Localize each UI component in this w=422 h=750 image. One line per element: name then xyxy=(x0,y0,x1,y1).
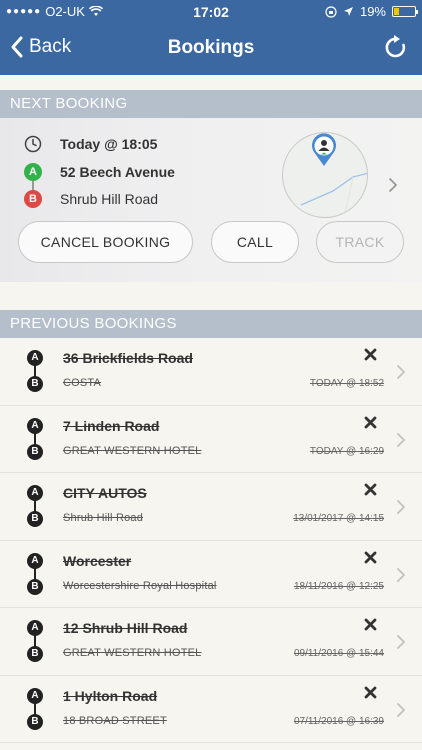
chevron-right-icon xyxy=(397,702,405,717)
booking-map[interactable] xyxy=(282,132,368,218)
dropoff-marker: B xyxy=(27,646,43,662)
booking-date: TODAY @ 16:29 xyxy=(309,445,384,457)
previous-bookings-list: A B 36 Brickfields Road COSTA TODAY @ 18… xyxy=(0,338,422,743)
previous-booking-row[interactable]: A B 36 Brickfields Road COSTA TODAY @ 18… xyxy=(0,338,422,406)
previous-booking-row[interactable]: A B 1 Hylton Road 18 BROAD STREET 07/11/… xyxy=(0,675,422,743)
orientation-lock-icon xyxy=(325,5,337,18)
dropoff-marker: B xyxy=(27,443,43,460)
location-arrow-icon xyxy=(343,7,353,16)
next-booking-dropoff-row: B Shrub Hill Road xyxy=(24,190,158,208)
top-bar: ●●●●● O2-UK 17:02 19% Back Bookings xyxy=(0,0,422,75)
status-bar: ●●●●● O2-UK 17:02 19% xyxy=(0,0,422,24)
booking-from: CITY AUTOS xyxy=(63,485,147,501)
chevron-right-icon xyxy=(397,635,405,649)
dropoff-marker: B xyxy=(27,376,43,392)
previous-bookings-header: PREVIOUS BOOKINGS xyxy=(0,310,422,338)
booking-to: COSTA xyxy=(63,377,102,389)
nav-bar: Back Bookings xyxy=(0,24,422,75)
pickup-marker: A xyxy=(27,417,43,434)
chevron-right-icon[interactable] xyxy=(388,177,398,193)
next-booking-dropoff: Shrub Hill Road xyxy=(60,191,159,207)
booking-date: 13/01/2017 @ 14:15 xyxy=(293,513,384,524)
cancel-booking-button[interactable]: CANCEL BOOKING xyxy=(18,221,193,263)
pickup-marker: A xyxy=(24,163,42,181)
booking-from: Worcester xyxy=(63,552,132,569)
call-button[interactable]: CALL xyxy=(211,221,299,263)
booking-to: Worcestershire Royal Hospital xyxy=(63,579,217,592)
booking-date: 07/11/2016 @ 16:39 xyxy=(293,715,384,727)
pickup-marker: A xyxy=(27,485,43,501)
x-icon xyxy=(364,551,377,563)
dropoff-marker: B xyxy=(27,713,43,730)
next-booking-pickup: 52 Beech Avenue xyxy=(60,164,175,180)
previous-booking-row[interactable]: A B CITY AUTOS Shrub Hill Road 13/01/201… xyxy=(0,473,422,541)
booking-date: TODAY @ 18:52 xyxy=(309,378,384,389)
route-line xyxy=(34,567,36,580)
previous-booking-row[interactable]: A B 12 Shrub Hill Road GREAT WESTERN HOT… xyxy=(0,608,422,676)
booking-to: Shrub Hill Road xyxy=(63,512,144,524)
dropoff-marker: B xyxy=(27,511,43,527)
chevron-right-icon xyxy=(397,567,405,582)
page-title: Bookings xyxy=(167,37,255,58)
battery-icon xyxy=(392,6,418,17)
pickup-marker: A xyxy=(27,552,43,569)
x-icon xyxy=(364,686,377,698)
chevron-right-icon xyxy=(397,500,405,514)
track-button[interactable]: TRACK xyxy=(316,221,404,263)
booking-from: 1 Hylton Road xyxy=(63,687,158,704)
x-icon xyxy=(364,618,377,631)
booking-to: GREAT WESTERN HOTEL xyxy=(63,647,202,659)
battery-percent: 19% xyxy=(359,4,386,19)
booking-to: 18 BROAD STREET xyxy=(63,714,167,727)
driver-pin-icon xyxy=(312,133,336,166)
booking-from: 12 Shrub Hill Road xyxy=(63,620,188,636)
chevron-right-icon xyxy=(397,432,405,447)
booking-date: 09/11/2016 @ 15:44 xyxy=(293,648,384,659)
x-icon xyxy=(364,348,377,361)
refresh-icon xyxy=(385,35,406,58)
pickup-marker: A xyxy=(27,350,43,366)
previous-booking-row[interactable]: A B 7 Linden Road GREAT WESTERN HOTEL TO… xyxy=(0,405,422,473)
booking-from: 36 Brickfields Road xyxy=(63,350,193,366)
route-line xyxy=(34,702,36,715)
clock-icon xyxy=(24,135,42,153)
next-booking-header: NEXT BOOKING xyxy=(0,90,422,118)
chevron-right-icon xyxy=(397,365,405,379)
refresh-button[interactable] xyxy=(384,34,408,65)
x-icon xyxy=(364,483,377,496)
booking-from: 7 Linden Road xyxy=(63,417,160,434)
next-booking-card: Today @ 18:05 A 52 Beech Avenue B Shrub … xyxy=(0,118,422,282)
pickup-marker: A xyxy=(27,620,43,636)
dropoff-marker: B xyxy=(27,578,43,595)
x-icon xyxy=(364,416,377,428)
battery-fill xyxy=(394,8,399,15)
route-line xyxy=(34,432,36,445)
pickup-marker: A xyxy=(27,687,43,704)
booking-to: GREAT WESTERN HOTEL xyxy=(63,444,202,457)
next-booking-time: Today @ 18:05 xyxy=(60,136,158,152)
booking-date: 18/11/2016 @ 12:25 xyxy=(293,580,384,592)
next-booking-time-row: Today @ 18:05 xyxy=(24,135,157,153)
dropoff-marker: B xyxy=(24,190,42,208)
next-booking-pickup-row: A 52 Beech Avenue xyxy=(24,163,175,181)
previous-booking-row[interactable]: A B Worcester Worcestershire Royal Hospi… xyxy=(0,540,422,608)
